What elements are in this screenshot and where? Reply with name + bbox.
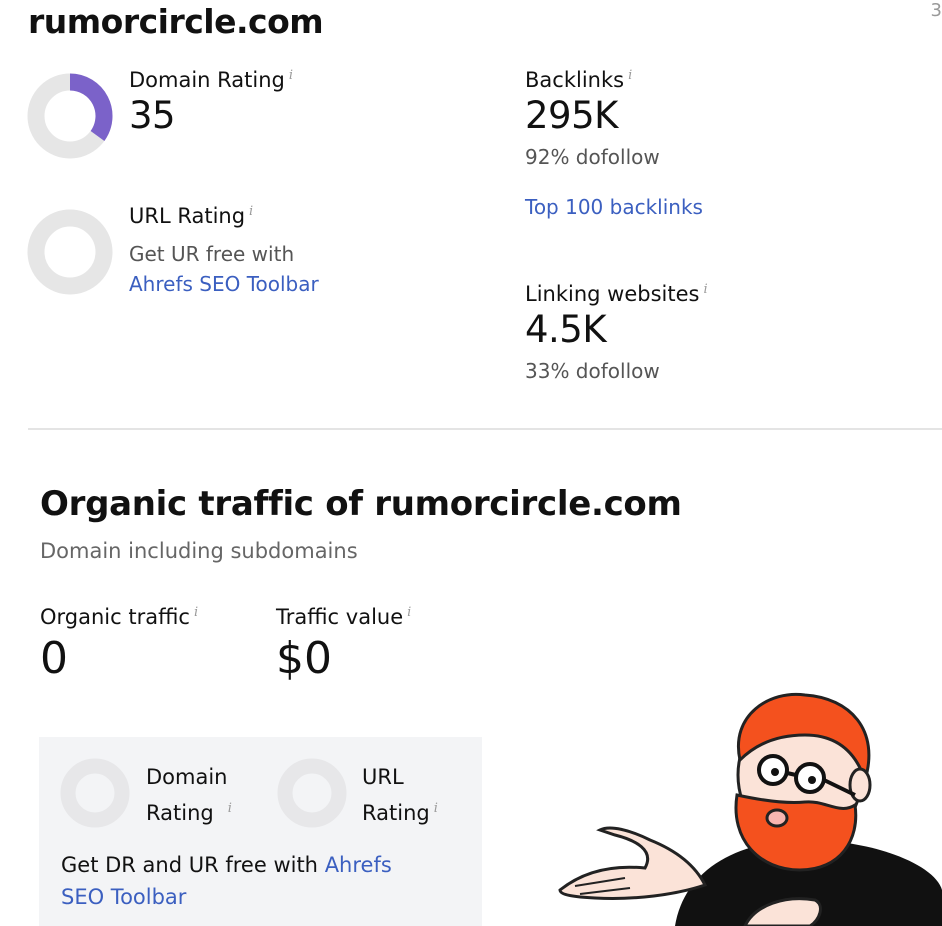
url-rating-note: Get UR free with	[129, 242, 295, 266]
promo-text: Get DR and UR free with Ahrefs SEO Toolba…	[61, 853, 392, 909]
info-icon[interactable]: i	[628, 68, 632, 83]
promo-ur-label: URL Rating i	[362, 765, 438, 825]
edge-mark: 3	[930, 0, 942, 21]
url-rating-label: URL Rating i	[129, 204, 254, 228]
promo-dr-label: Domain Rating i	[146, 765, 232, 825]
domain-rating-arc	[69, 73, 113, 141]
organic-section-subtitle: Domain including subdomains	[40, 539, 358, 563]
section-divider	[28, 428, 942, 430]
info-icon[interactable]: i	[289, 68, 293, 83]
linking-websites-label: Linking websites i	[525, 282, 708, 306]
linking-websites-value: 4.5K	[525, 308, 607, 351]
backlinks-dofollow: 92% dofollow	[525, 145, 660, 169]
promo-url-rating-gauge	[277, 758, 347, 828]
domain-title: rumorcircle.com	[28, 2, 324, 41]
organic-section-title: Organic traffic of rumorcircle.com	[40, 484, 682, 524]
toolbar-promo-box: Domain Rating i URL Rating i Get DR and UR…	[39, 737, 482, 926]
organic-traffic-label: Organic traffic i	[40, 605, 199, 629]
traffic-value-value: $0	[276, 633, 332, 684]
organic-traffic-value: 0	[40, 633, 68, 684]
linking-websites-dofollow: 33% dofollow	[525, 359, 660, 383]
backlinks-label: Backlinks i	[525, 68, 633, 92]
domain-rating-label: Domain Rating i	[129, 68, 294, 92]
info-icon[interactable]: i	[407, 605, 411, 620]
promo-domain-rating-gauge	[60, 758, 130, 828]
url-rating-gauge	[27, 209, 113, 295]
mascot-illustration	[558, 692, 942, 926]
domain-rating-gauge	[27, 73, 113, 159]
info-icon[interactable]: i	[703, 282, 707, 297]
backlinks-value: 295K	[525, 94, 618, 137]
top-backlinks-link[interactable]: Top 100 backlinks	[525, 195, 703, 219]
info-icon[interactable]: i	[434, 801, 438, 816]
page: rumorcircle.com 3 Domain Rating i 35 URL …	[0, 0, 942, 926]
seo-toolbar-link[interactable]: Ahrefs SEO Toolbar	[129, 272, 319, 296]
info-icon[interactable]: i	[249, 204, 253, 219]
info-icon[interactable]: i	[228, 801, 232, 816]
traffic-value-label: Traffic value i	[276, 605, 412, 629]
domain-rating-value: 35	[129, 94, 176, 137]
info-icon[interactable]: i	[194, 605, 198, 620]
